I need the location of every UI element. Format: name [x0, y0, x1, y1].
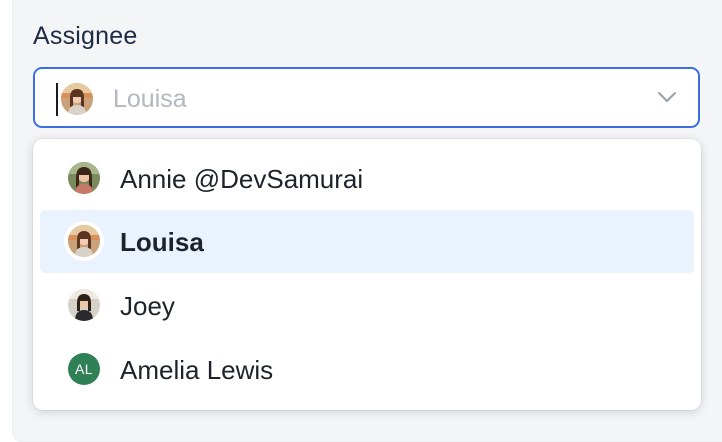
text-cursor [56, 83, 58, 116]
amelia-lewis-avatar: AL [68, 353, 100, 385]
joey-avatar [68, 289, 100, 321]
assignee-dropdown-menu: Annie @DevSamurai Louisa Joey AL Amelia … [33, 139, 701, 410]
selected-value: Louisa [113, 85, 187, 113]
option-joey[interactable]: Joey [40, 274, 694, 337]
assignee-select[interactable]: Louisa [33, 67, 700, 128]
assignee-label: Assignee [33, 22, 138, 50]
annie-avatar [68, 162, 100, 194]
option-label: Louisa [120, 227, 204, 257]
louisa-avatar [61, 83, 93, 115]
option-amelia-lewis[interactable]: AL Amelia Lewis [40, 338, 694, 401]
louisa-avatar [64, 221, 104, 261]
option-label: Amelia Lewis [120, 355, 274, 385]
option-label: Joey [120, 291, 175, 321]
chevron-down-icon[interactable] [656, 89, 678, 105]
option-louisa[interactable]: Louisa [40, 210, 694, 273]
option-annie[interactable]: Annie @DevSamurai [40, 147, 694, 210]
option-label: Annie @DevSamurai [120, 164, 364, 194]
